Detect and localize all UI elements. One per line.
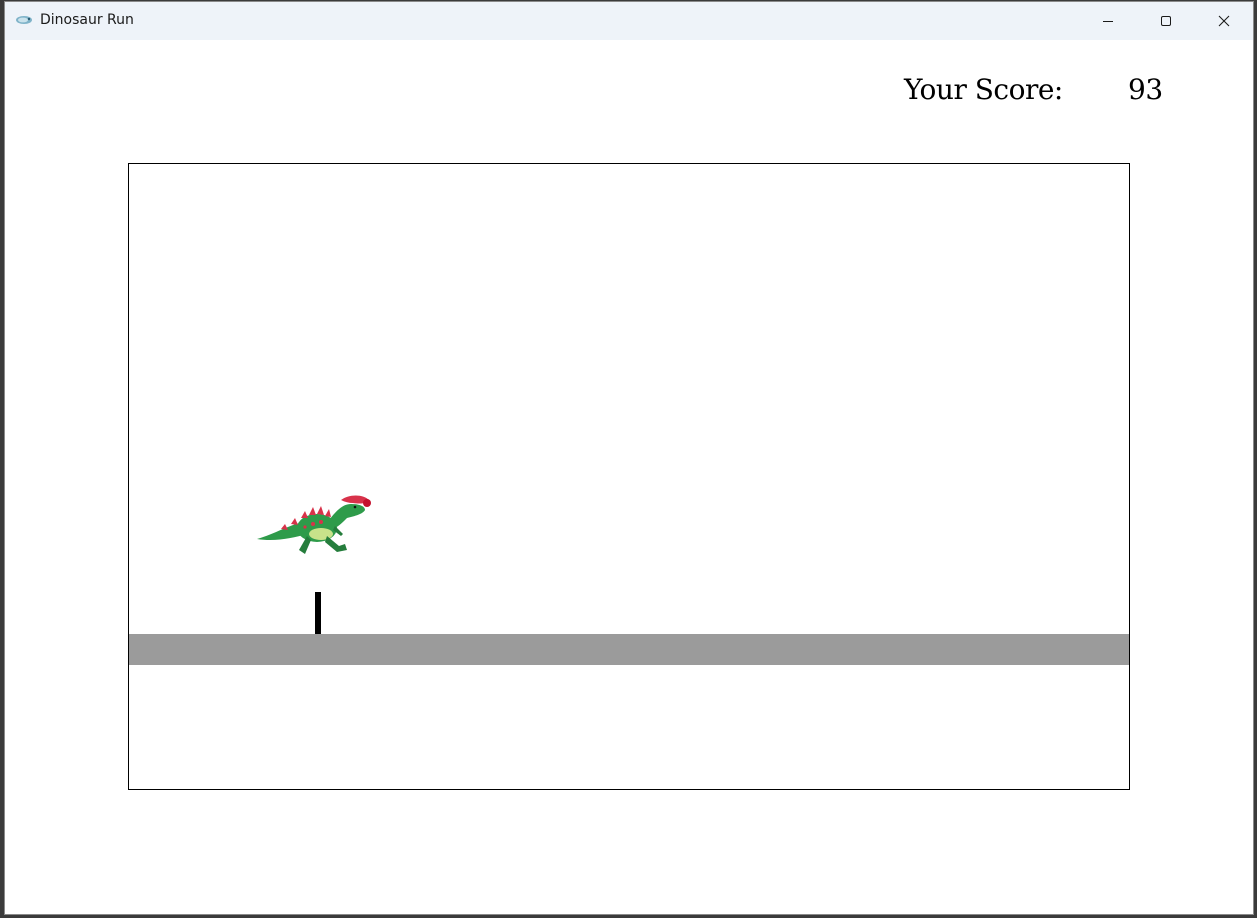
score-label: Your Score: [904, 73, 1063, 106]
app-window: Dinosaur Run Your Score: 93 [4, 1, 1254, 915]
maximize-icon [1161, 16, 1171, 26]
dinosaur-app-icon [16, 16, 32, 24]
minimize-button[interactable] [1079, 2, 1137, 40]
dinosaur-sprite [257, 495, 371, 554]
ground-strip [129, 634, 1129, 665]
close-button[interactable] [1195, 2, 1253, 40]
maximize-button[interactable] [1137, 2, 1195, 40]
window-title: Dinosaur Run [40, 12, 134, 28]
title-bar[interactable]: Dinosaur Run [5, 2, 1253, 40]
close-icon [1218, 15, 1230, 27]
game-canvas[interactable] [128, 163, 1130, 790]
score-value: 93 [1128, 73, 1163, 106]
minimize-icon [1103, 21, 1113, 22]
post-obstacle [315, 592, 321, 634]
